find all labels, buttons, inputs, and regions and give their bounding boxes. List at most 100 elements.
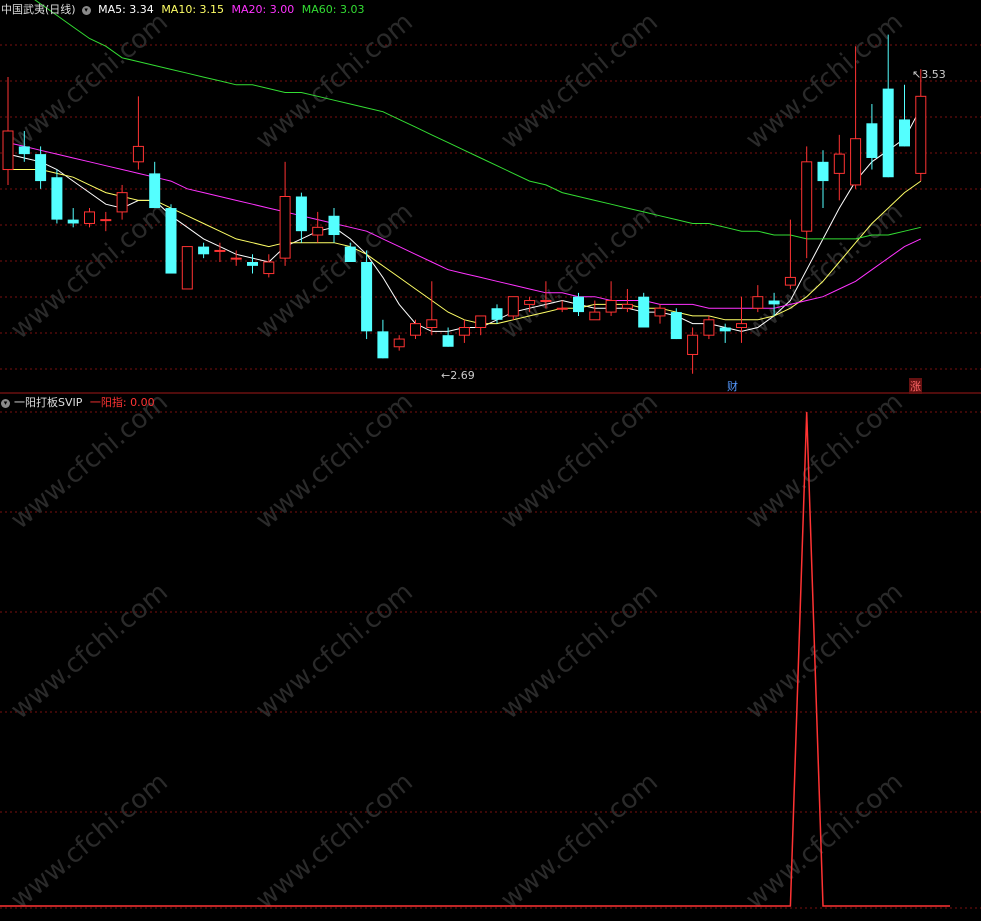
candle [263, 254, 275, 278]
main-header: 中国武夷(日线) ▾ MA5: 3.34 MA10: 3.15 MA20: 3.0… [1, 3, 368, 17]
event-marker-cai[interactable]: 财 [727, 378, 738, 394]
candle [882, 34, 894, 178]
watermark-text: www.cfchi.com [740, 577, 909, 725]
candle [638, 292, 650, 328]
watermark-text: www.cfchi.com [250, 767, 419, 915]
candlesticks [2, 34, 927, 374]
candle-body [882, 88, 894, 178]
ma20-label: MA20: 3.00 [231, 3, 295, 16]
candle-body [670, 312, 682, 340]
candle-body [915, 95, 927, 174]
candle-body [458, 327, 470, 336]
candle [295, 192, 307, 243]
candle [67, 208, 79, 228]
candle [915, 69, 927, 182]
stock-title: 中国武夷(日线) [1, 3, 76, 16]
candle-body [475, 315, 487, 328]
candle-body [442, 335, 454, 347]
candle-body [621, 303, 633, 309]
candle-body [295, 196, 307, 232]
candle-body [181, 246, 193, 290]
candle-body [393, 338, 405, 348]
candle-body [703, 319, 715, 336]
candle [507, 296, 519, 320]
candle [377, 319, 389, 359]
candle-body [230, 257, 242, 260]
candle-body [247, 262, 258, 266]
candle-body [116, 192, 128, 213]
watermark: www.cfchi.com www.cfchi.com www.cfchi.com w… [5, 7, 909, 915]
candle-body [524, 300, 536, 305]
candle [784, 219, 796, 289]
chart-canvas: www.cfchi.com www.cfchi.com www.cfchi.com w… [0, 0, 981, 915]
candle [817, 150, 829, 209]
dropdown-icon[interactable]: ▾ [81, 5, 91, 15]
candle [866, 104, 878, 170]
candle-body [752, 296, 764, 309]
candle-body [866, 123, 878, 158]
candle [670, 308, 682, 340]
candle-body [833, 153, 845, 174]
watermark-text: www.cfchi.com [250, 387, 419, 535]
candle-body [605, 300, 617, 313]
candle [410, 319, 421, 340]
candle-body [654, 307, 666, 317]
candle-body [719, 327, 731, 332]
candle-body [279, 196, 291, 259]
candle [214, 242, 226, 262]
dropdown-icon[interactable]: ▾ [1, 398, 10, 408]
candle [654, 304, 666, 324]
candle-body [328, 215, 340, 236]
candle-body [149, 173, 161, 209]
candle-body [687, 334, 699, 355]
indicator-title: 一阳打板SVIP [14, 396, 83, 409]
candle [312, 211, 324, 243]
candle-body [84, 211, 95, 224]
candle [198, 242, 210, 259]
watermark-text: www.cfchi.com [250, 577, 419, 725]
candle [752, 285, 764, 313]
candle [589, 300, 601, 321]
watermark-text: www.cfchi.com [740, 197, 909, 345]
candle [899, 84, 910, 147]
candle [605, 281, 617, 316]
watermark-text: www.cfchi.com [740, 387, 909, 535]
high-price-label: ↖3.53 [912, 68, 946, 81]
candle [426, 281, 438, 336]
candle [833, 134, 845, 201]
watermark-text: www.cfchi.com [495, 387, 664, 535]
candle [279, 161, 291, 266]
candle-body [573, 296, 584, 313]
event-marker-zhang[interactable]: 涨 [909, 378, 922, 394]
ma5-label: MA5: 3.34 [98, 3, 154, 16]
candle-body [35, 154, 47, 182]
candle-body [100, 219, 112, 222]
candle-body [768, 300, 780, 305]
watermark-text: www.cfchi.com [740, 767, 909, 915]
ma10-label: MA10: 3.15 [161, 3, 225, 16]
candle [165, 204, 177, 274]
candle-body [132, 145, 144, 163]
candle-body [51, 177, 63, 220]
candle [84, 208, 95, 228]
candle-body [377, 331, 389, 359]
candle-body [507, 296, 519, 317]
candle-body [817, 161, 829, 182]
candle-body [165, 208, 177, 274]
candle [328, 208, 340, 243]
low-price-label: ←2.69 [441, 369, 475, 382]
candle-body [18, 146, 30, 155]
sub-header: ▾ 一阳打板SVIP 一阳指: 0.00 [1, 396, 159, 410]
candle [703, 315, 715, 340]
candle-body [556, 307, 568, 310]
candle [2, 77, 14, 185]
candle-body [426, 319, 438, 329]
candle-body [850, 138, 862, 186]
candle-body [801, 161, 813, 232]
watermark-text: www.cfchi.com [5, 577, 174, 725]
candle [100, 211, 112, 232]
candle-body [638, 296, 650, 328]
ma60-label: MA60: 3.03 [301, 3, 365, 16]
indicator-value: 一阳指: 0.00 [89, 396, 155, 409]
candle-body [312, 226, 324, 236]
